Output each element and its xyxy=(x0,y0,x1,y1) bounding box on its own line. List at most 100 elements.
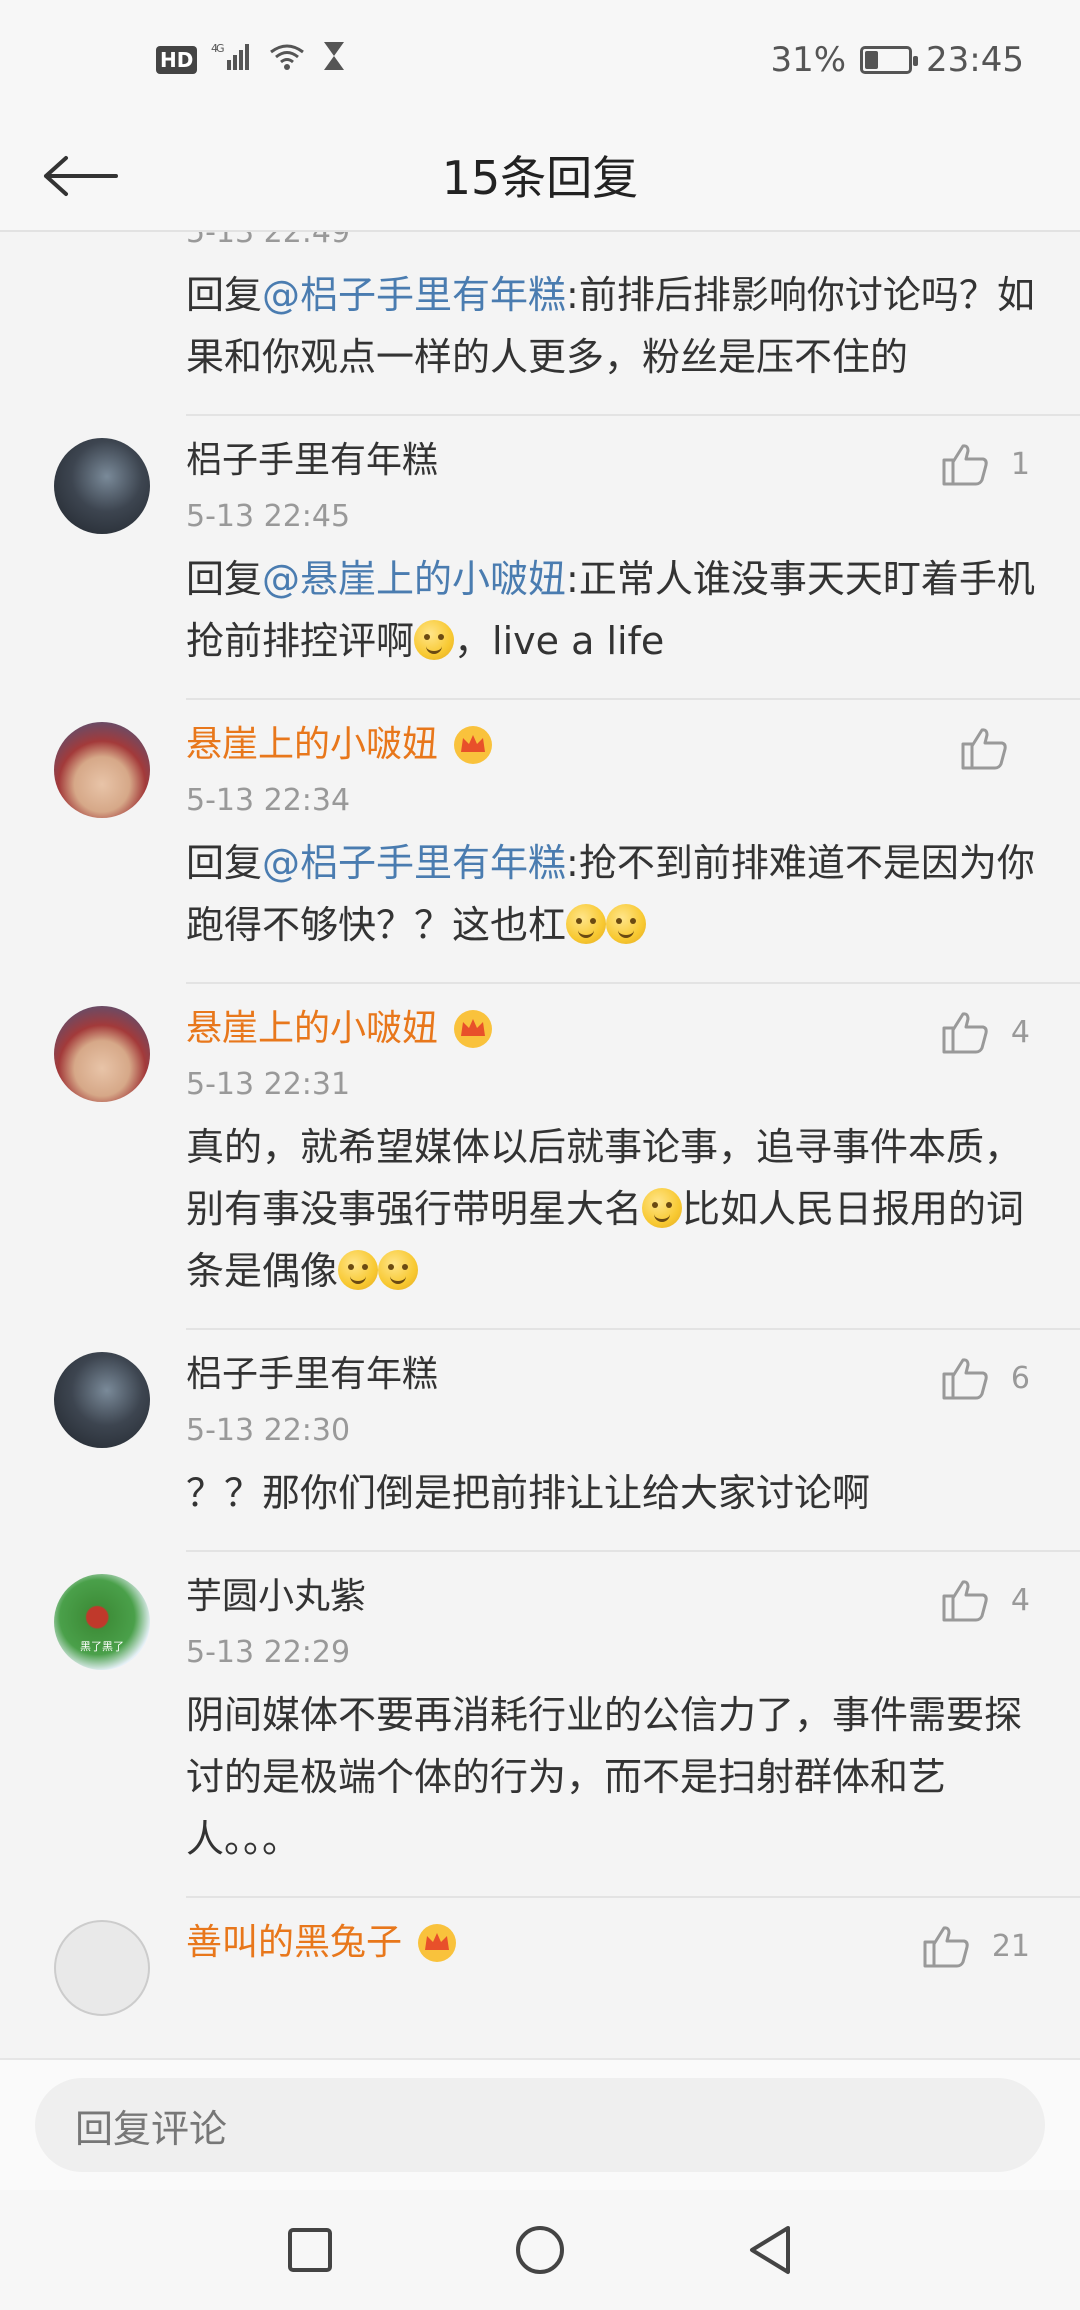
like-count: 4 xyxy=(1010,1582,1030,1618)
comment-author[interactable]: 梠子手里有年糕 xyxy=(186,434,1040,488)
comment-time: 5-13 22:45 xyxy=(186,499,351,534)
like-button[interactable]: 1 xyxy=(941,442,1030,486)
like-count: 1 xyxy=(1010,446,1030,482)
comment-text: 回复@梠子手里有年糕:抢不到前排难道不是因为你跑得不够快？？这也杠 xyxy=(186,826,1040,982)
comment-text: 阴间媒体不要再消耗行业的公信力了，事件需要探讨的是极端个体的行为，而不是扫射群体… xyxy=(186,1693,1023,1861)
comment-author[interactable]: 芋圆小丸紫 xyxy=(186,1570,1040,1624)
avatar[interactable] xyxy=(54,1006,150,1102)
emoji-icon xyxy=(606,904,647,944)
reply-prefix: 回复 xyxy=(186,557,263,601)
header: 15条回复 xyxy=(0,120,1080,232)
emoji-icon xyxy=(338,1250,379,1290)
comment-text: ？？那你们倒是把前排让让给大家讨论啊 xyxy=(186,1471,871,1515)
comment-body: 5-13 22:49 回复@梠子手里有年糕:前排后排影响你讨论吗？如果和你观点一… xyxy=(186,232,1080,416)
signal-icon: 4G xyxy=(211,40,253,80)
battery-icon xyxy=(860,46,919,74)
triangle-back-nav-icon xyxy=(750,2226,790,2274)
comment-time: 5-13 22:29 xyxy=(186,1635,351,1670)
list-item: 悬崖上的小啵妞 5-13 22:34 回复@梠子手里有年糕:抢不到前排难道不是因… xyxy=(0,700,1080,984)
author-name: 芋圆小丸紫 xyxy=(186,1576,367,1617)
emoji-icon xyxy=(566,904,607,944)
reply-prefix: 回复 xyxy=(186,273,263,317)
comment-time: 5-13 22:34 xyxy=(186,783,351,818)
list-item: 6 梠子手里有年糕 5-13 22:30 ？？那你们倒是把前排让让给大家讨论啊 xyxy=(0,1330,1080,1552)
thumbs-up-icon xyxy=(942,1358,988,1400)
reply-bar: 回复评论 xyxy=(0,2058,1080,2190)
like-count: 6 xyxy=(1010,1360,1030,1396)
thumbs-up-icon xyxy=(961,728,1007,770)
avatar-caption: 黑了黑了 xyxy=(80,1640,124,1653)
thumbs-up-icon xyxy=(923,1926,969,1968)
comment-time: 5-13 22:30 xyxy=(186,1413,351,1448)
comment-text: 真的，就希望媒体以后就事论事，追寻事件本质，别有事没事强行带明星大名 比如人民日报… xyxy=(186,1110,1040,1328)
thumbs-up-icon xyxy=(942,1580,988,1622)
battery-percent: 31% xyxy=(770,40,847,80)
comment-time: 5-13 22:49 xyxy=(186,232,351,250)
svg-text:4G: 4G xyxy=(211,42,224,55)
like-button[interactable]: 4 xyxy=(941,1578,1030,1622)
comment-body: 悬崖上的小啵妞 5-13 22:34 回复@梠子手里有年糕:抢不到前排难道不是因… xyxy=(186,700,1080,984)
avatar[interactable] xyxy=(54,722,150,818)
battery-level xyxy=(865,51,879,69)
like-button[interactable]: 6 xyxy=(941,1356,1030,1400)
like-button[interactable]: 4 xyxy=(941,1010,1030,1054)
comment-time: 5-13 22:31 xyxy=(186,1067,351,1102)
list-item: 1 梠子手里有年糕 5-13 22:45 回复@悬崖上的小啵妞:正常人谁没事天天… xyxy=(0,416,1080,700)
hd-badge: HD xyxy=(156,46,198,74)
system-back-button[interactable] xyxy=(655,2190,885,2310)
reply-prefix: 回复 xyxy=(186,841,263,885)
page-title: 15条回复 xyxy=(441,151,639,205)
emoji-icon xyxy=(414,620,455,660)
author-name: 悬崖上的小啵妞 xyxy=(186,1008,439,1049)
like-button[interactable]: 21 xyxy=(922,1924,1030,1968)
list-item: 5-13 22:49 回复@梠子手里有年糕:前排后排影响你讨论吗？如果和你观点一… xyxy=(0,232,1080,416)
list-item: 21 善叫的黑兔子 xyxy=(0,1898,1080,2016)
like-count: 21 xyxy=(991,1928,1030,1964)
mention-link[interactable]: @悬崖上的小啵妞 xyxy=(262,557,566,601)
comment-content-suffix: ，live a life xyxy=(454,619,665,663)
comment-author[interactable]: 善叫的黑兔子 xyxy=(186,1916,1040,1970)
emoji-icon xyxy=(378,1250,419,1290)
comment-author[interactable]: 悬崖上的小啵妞 xyxy=(186,1002,1040,1056)
author-name: 梠子手里有年糕 xyxy=(186,440,439,481)
square-nav-icon xyxy=(288,2228,332,2272)
crown-icon xyxy=(418,1924,457,1962)
like-button[interactable] xyxy=(960,726,1030,770)
thumbs-up-icon xyxy=(942,444,988,486)
avatar[interactable] xyxy=(54,1920,150,2016)
circle-nav-icon xyxy=(516,2226,564,2274)
mention-link[interactable]: @梠子手里有年糕 xyxy=(262,273,566,317)
comment-author[interactable]: 悬崖上的小啵妞 xyxy=(186,718,1040,772)
thumbs-up-icon xyxy=(942,1012,988,1054)
status-left: HD 4G xyxy=(156,40,347,81)
reply-input[interactable]: 回复评论 xyxy=(35,2078,1045,2172)
list-item: 黑了黑了 4 芋圆小丸紫 5-13 22:29 阴间媒体不要再消耗行业的公信力了… xyxy=(0,1552,1080,1898)
emoji-icon xyxy=(642,1188,683,1228)
author-name: 梠子手里有年糕 xyxy=(186,1354,439,1395)
list-item: 4 悬崖上的小啵妞 5-13 22:31 真的，就希望媒体以后就事论事，追寻事件… xyxy=(0,984,1080,1330)
wifi-icon xyxy=(267,40,307,81)
status-right: 31% 23:45 xyxy=(770,40,1024,80)
like-count: 4 xyxy=(1010,1014,1030,1050)
avatar[interactable] xyxy=(54,1352,150,1448)
crown-icon xyxy=(454,1010,493,1048)
back-button[interactable] xyxy=(40,146,120,206)
author-name: 悬崖上的小啵妞 xyxy=(186,724,439,765)
back-arrow-icon xyxy=(44,156,118,196)
comment-author[interactable]: 梠子手里有年糕 xyxy=(186,1348,1040,1402)
status-bar: HD 4G 31% 23:45 xyxy=(0,0,1080,120)
home-button[interactable] xyxy=(425,2190,655,2310)
recent-apps-button[interactable] xyxy=(195,2190,425,2310)
hourglass-icon xyxy=(321,40,347,81)
reply-list: 5-13 22:49 回复@梠子手里有年糕:前排后排影响你讨论吗？如果和你观点一… xyxy=(0,232,1080,2016)
avatar[interactable]: 黑了黑了 xyxy=(54,1574,150,1670)
author-name: 善叫的黑兔子 xyxy=(186,1922,403,1963)
reply-feed[interactable]: 5-13 22:49 回复@梠子手里有年糕:前排后排影响你讨论吗？如果和你观点一… xyxy=(0,232,1080,2058)
avatar[interactable] xyxy=(54,438,150,534)
system-nav-bar xyxy=(0,2190,1080,2310)
clock: 23:45 xyxy=(926,40,1024,80)
comment-text: 回复@悬崖上的小啵妞:正常人谁没事天天盯着手机抢前排控评啊 ，live a lif… xyxy=(186,542,1040,698)
comment-text: 回复@梠子手里有年糕:前排后排影响你讨论吗？如果和你观点一样的人更多，粉丝是压不… xyxy=(186,258,1040,414)
crown-icon xyxy=(454,726,493,764)
mention-link[interactable]: @梠子手里有年糕 xyxy=(262,841,566,885)
